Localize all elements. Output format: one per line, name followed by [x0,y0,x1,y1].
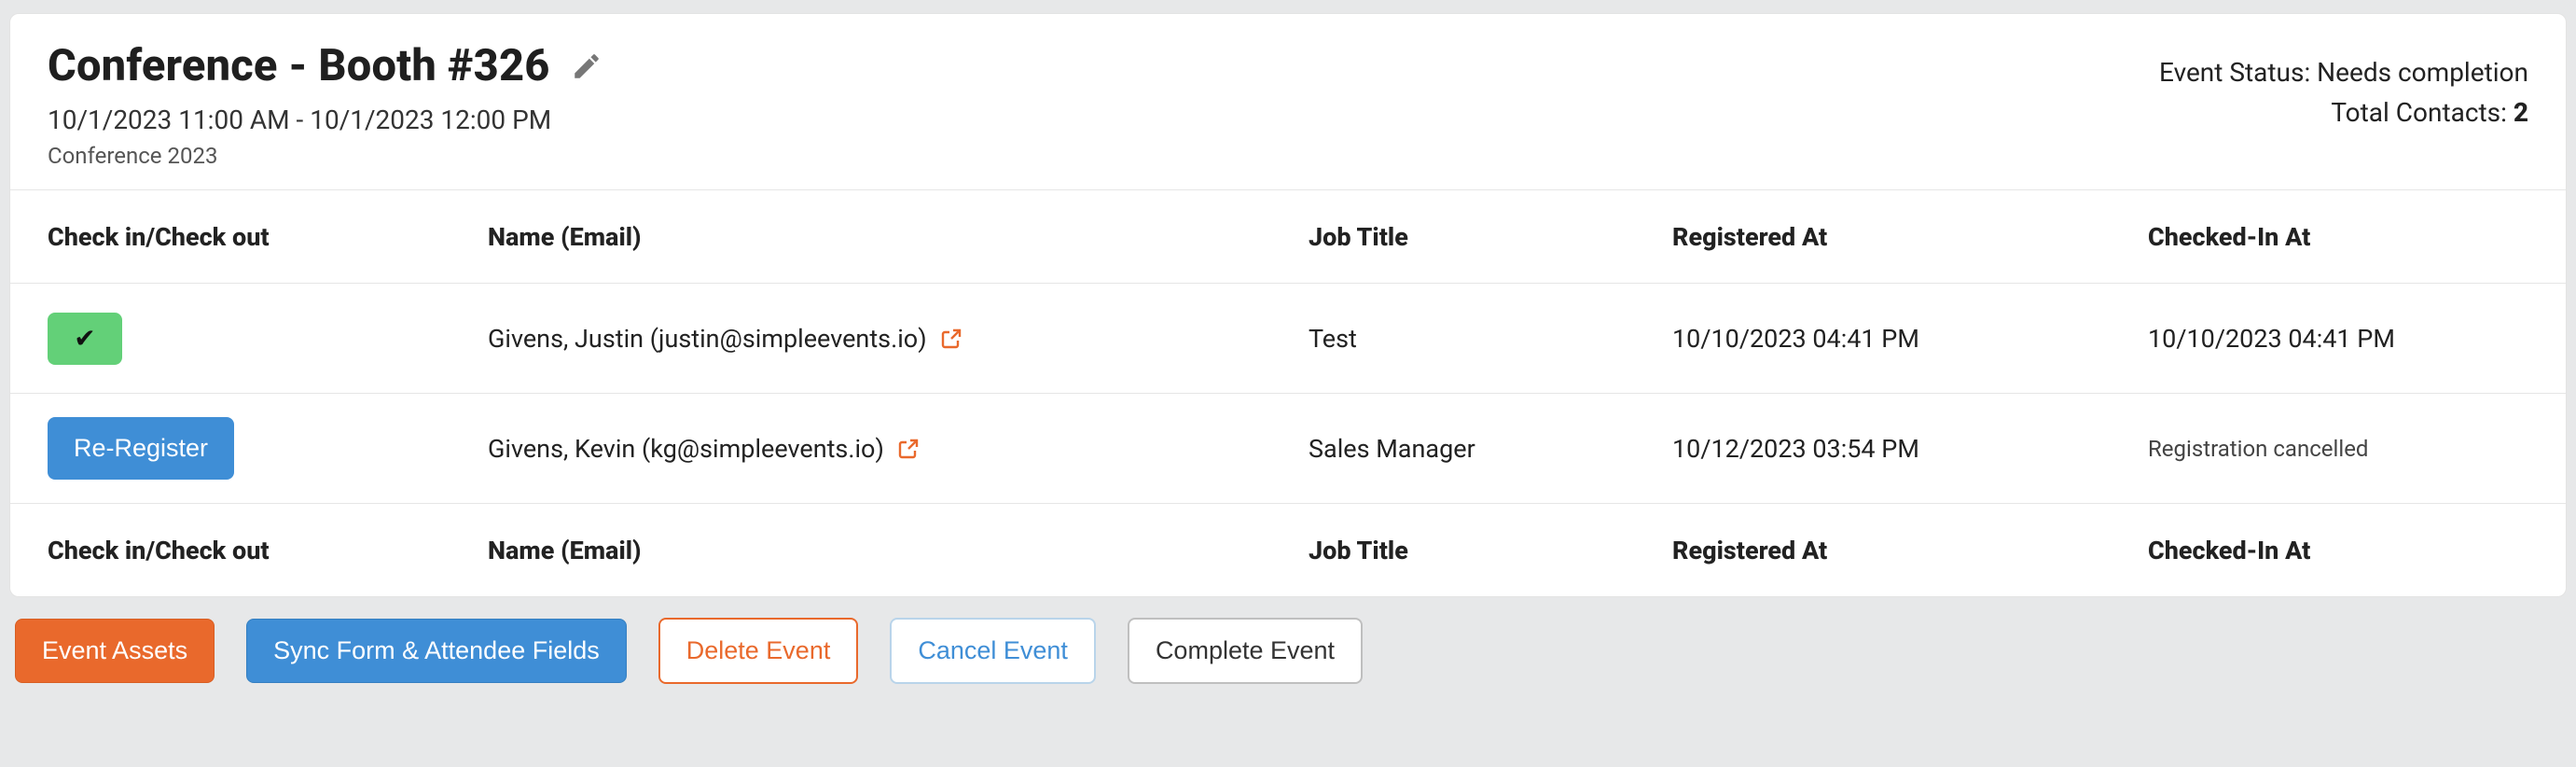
registered-at: 10/12/2023 03:54 PM [1672,434,2148,464]
registered-at: 10/10/2023 04:41 PM [1672,324,2148,354]
external-link-icon[interactable] [897,438,920,460]
page-title: Conference - Booth #326 [48,40,550,91]
job-title: Test [1309,324,1672,354]
attendee-name: Givens, Kevin (kg@simpleevents.io) [488,434,884,464]
footer-action-bar: Event Assets Sync Form & Attendee Fields… [9,618,2567,684]
sync-form-button[interactable]: Sync Form & Attendee Fields [246,619,627,683]
attendee-table: Check in/Check out Name (Email) Job Titl… [10,189,2566,596]
col-check-footer: Check in/Check out [48,536,488,565]
col-checkedin-footer: Checked-In At [2148,536,2528,565]
total-contacts: Total Contacts: 2 [2159,97,2528,128]
event-header: Conference - Booth #326 10/1/2023 11:00 … [10,14,2566,189]
pencil-icon[interactable] [571,50,602,82]
event-assets-button[interactable]: Event Assets [15,619,215,683]
event-status-value: Needs completion [2317,57,2528,88]
attendee-name: Givens, Justin (justin@simpleevents.io) [488,324,927,354]
total-contacts-label: Total Contacts: [2331,97,2507,128]
col-job: Job Title [1309,222,1672,252]
table-row: Re-Register Givens, Kevin (kg@simpleeven… [10,393,2566,503]
event-status: Event Status: Needs completion [2159,57,2528,88]
table-row: ✔ Givens, Justin (justin@simpleevents.io… [10,283,2566,393]
checked-in-status: Registration cancelled [2148,436,2528,462]
checked-in-at: 10/10/2023 04:41 PM [2148,324,2528,354]
cancel-event-button[interactable]: Cancel Event [890,618,1096,684]
col-checkedin: Checked-In At [2148,222,2528,252]
event-name: Conference 2023 [48,143,602,169]
total-contacts-count: 2 [2514,97,2528,128]
complete-event-button[interactable]: Complete Event [1128,618,1363,684]
external-link-icon[interactable] [940,328,963,350]
event-status-label: Event Status: [2159,57,2310,88]
reregister-button[interactable]: Re-Register [48,417,234,480]
col-registered-footer: Registered At [1672,536,2148,565]
job-title: Sales Manager [1309,434,1672,464]
checked-in-button[interactable]: ✔ [48,313,122,365]
table-header-row: Check in/Check out Name (Email) Job Titl… [10,189,2566,283]
table-footer-row: Check in/Check out Name (Email) Job Titl… [10,503,2566,596]
delete-event-button[interactable]: Delete Event [658,618,859,684]
col-job-footer: Job Title [1309,536,1672,565]
col-check: Check in/Check out [48,222,488,252]
col-registered: Registered At [1672,222,2148,252]
event-datetime: 10/1/2023 11:00 AM - 10/1/2023 12:00 PM [48,105,602,135]
event-card: Conference - Booth #326 10/1/2023 11:00 … [9,13,2567,597]
col-name-footer: Name (Email) [488,536,1309,565]
check-icon: ✔ [74,323,95,354]
col-name: Name (Email) [488,222,1309,252]
